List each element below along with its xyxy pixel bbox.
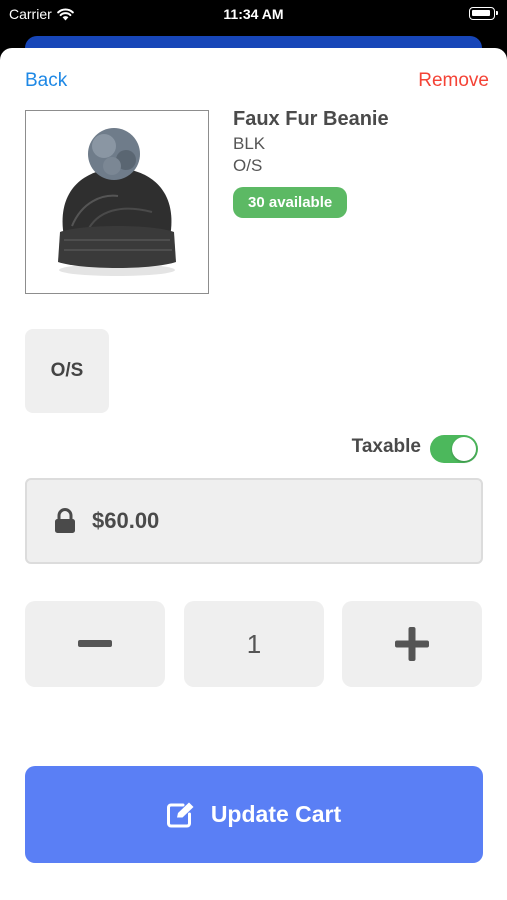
quantity-field[interactable]: 1	[184, 601, 324, 687]
product-edit-sheet: Back Remove Faux Fur Beanie BLK O/S 30 a…	[0, 48, 507, 900]
increment-button[interactable]	[342, 601, 482, 687]
minus-icon	[78, 640, 112, 647]
lock-icon	[54, 508, 76, 534]
decrement-button[interactable]	[25, 601, 165, 687]
update-cart-label: Update Cart	[210, 801, 342, 827]
battery-icon	[469, 7, 498, 20]
price-value: $60.00	[92, 508, 160, 533]
stock-badge: 30 available	[233, 187, 348, 218]
toggle-knob	[452, 437, 476, 461]
edit-icon	[166, 802, 194, 827]
product-title: Faux Fur Beanie	[233, 108, 389, 130]
status-bar: Carrier 11:34 AM	[0, 0, 507, 28]
status-time: 11:34 AM	[223, 6, 284, 22]
taxable-label: Taxable	[351, 436, 421, 457]
product-size: O/S	[233, 156, 263, 175]
taxable-toggle[interactable]	[430, 435, 478, 463]
update-cart-button[interactable]: Update Cart	[25, 766, 483, 863]
back-button[interactable]: Back	[25, 70, 67, 92]
product-image	[25, 110, 209, 294]
product-color: BLK	[233, 134, 266, 153]
remove-button[interactable]: Remove	[418, 70, 489, 92]
beanie-hat-icon	[58, 128, 176, 276]
plus-icon	[395, 627, 429, 661]
price-field[interactable]: $60.00	[25, 478, 483, 564]
size-option-os[interactable]: O/S	[25, 329, 109, 413]
